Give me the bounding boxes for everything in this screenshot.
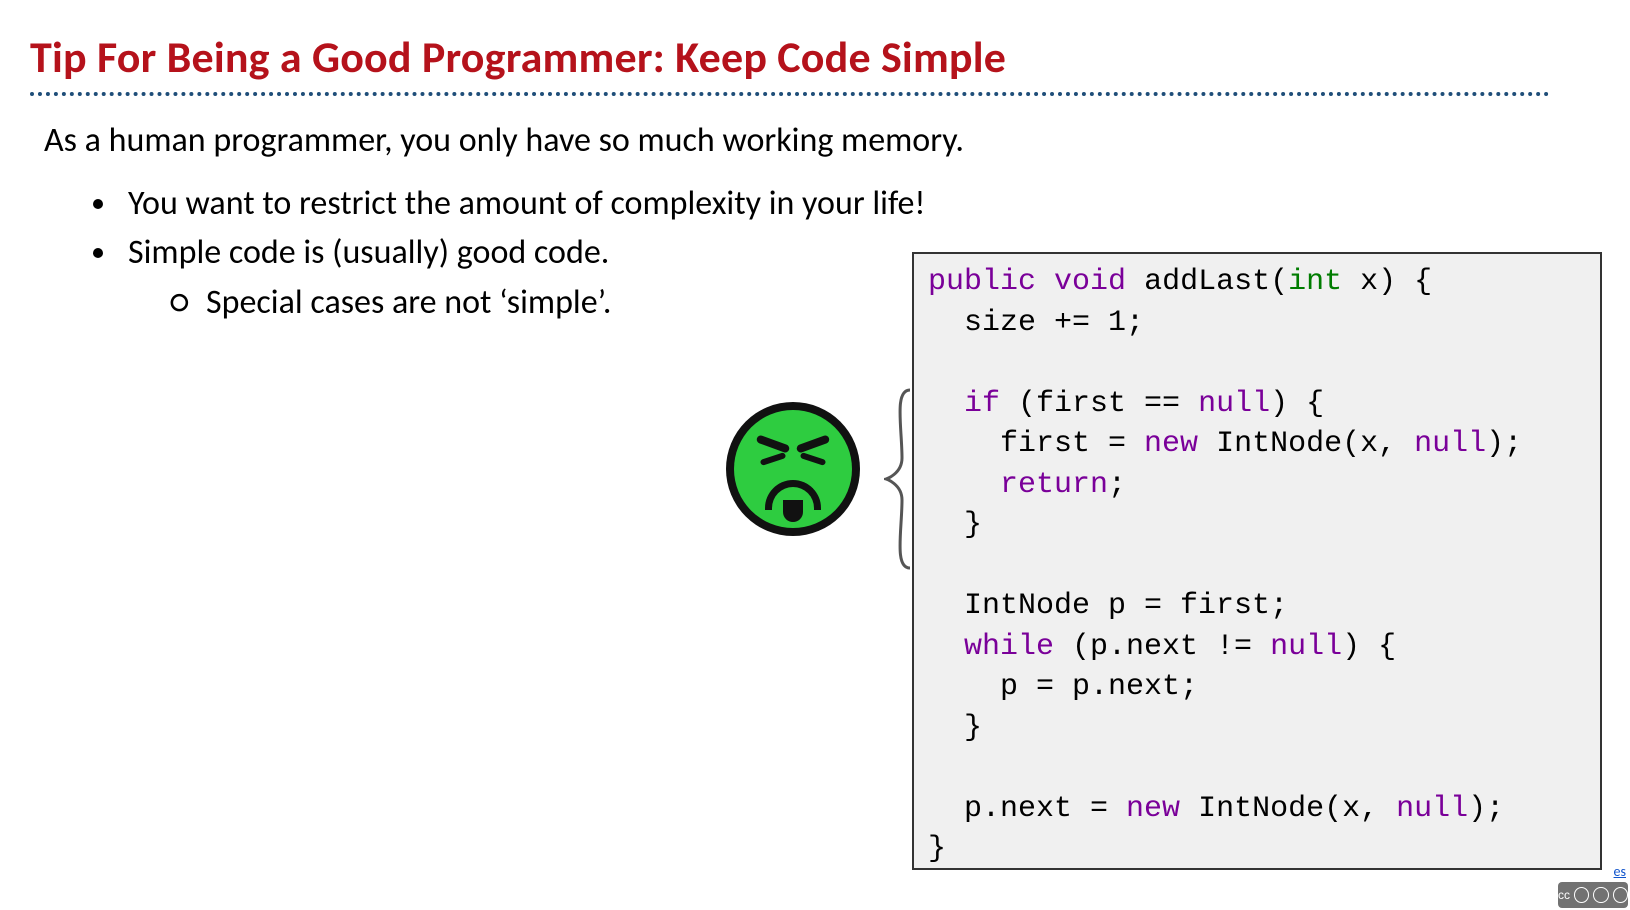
brace-icon: [884, 388, 912, 570]
yuck-face-icon: [726, 402, 860, 536]
code-text: [928, 468, 1000, 502]
code-text: IntNode(x,: [1198, 427, 1414, 461]
code-text: addLast(: [1126, 265, 1288, 299]
cc-nc-icon: [1593, 887, 1608, 903]
cc-sa-icon: [1613, 887, 1628, 903]
slide-title: Tip For Being a Good Programmer: Keep Co…: [30, 30, 1600, 84]
code-text: IntNode(x,: [1180, 792, 1396, 826]
code-keyword: null: [1270, 630, 1342, 664]
cc-text: cc: [1558, 888, 1570, 902]
code-text: }: [928, 711, 982, 745]
code-text: }: [928, 832, 946, 866]
code-text: (first ==: [1000, 387, 1198, 421]
code-text: first =: [928, 427, 1144, 461]
title-underline: [30, 92, 1550, 96]
code-text: );: [1468, 792, 1504, 826]
code-type: int: [1288, 265, 1342, 299]
code-keyword: new: [1144, 427, 1198, 461]
bullet-item: You want to restrict the amount of compl…: [120, 179, 1600, 228]
code-keyword: void: [1054, 265, 1126, 299]
cc-license-icon: cc: [1558, 882, 1628, 908]
code-text: size += 1;: [928, 306, 1144, 340]
lead-text: As a human programmer, you only have so …: [44, 120, 1600, 161]
code-text: p = p.next;: [928, 670, 1198, 704]
code-keyword: return: [1000, 468, 1108, 502]
code-text: ) {: [1270, 387, 1324, 421]
footer-link[interactable]: es: [1614, 863, 1626, 880]
code-keyword: while: [964, 630, 1054, 664]
code-text: p.next =: [928, 792, 1126, 826]
code-text: );: [1486, 427, 1522, 461]
code-keyword: new: [1126, 792, 1180, 826]
code-keyword: null: [1414, 427, 1486, 461]
code-text: }: [928, 508, 982, 542]
code-keyword: if: [964, 387, 1000, 421]
code-text: ) {: [1342, 630, 1396, 664]
cc-by-icon: [1574, 887, 1589, 903]
code-text: IntNode p = first;: [928, 589, 1288, 623]
code-text: (p.next !=: [1054, 630, 1270, 664]
code-block: public void addLast(int x) { size += 1; …: [912, 252, 1602, 870]
code-text: ;: [1108, 468, 1126, 502]
code-keyword: null: [1396, 792, 1468, 826]
code-keyword: public: [928, 265, 1036, 299]
code-text: [928, 387, 964, 421]
code-text: x) {: [1342, 265, 1432, 299]
bullet-text: Simple code is (usually) good code.: [128, 232, 609, 273]
slide: Tip For Being a Good Programmer: Keep Co…: [0, 0, 1630, 910]
code-text: [928, 630, 964, 664]
code-keyword: null: [1198, 387, 1270, 421]
